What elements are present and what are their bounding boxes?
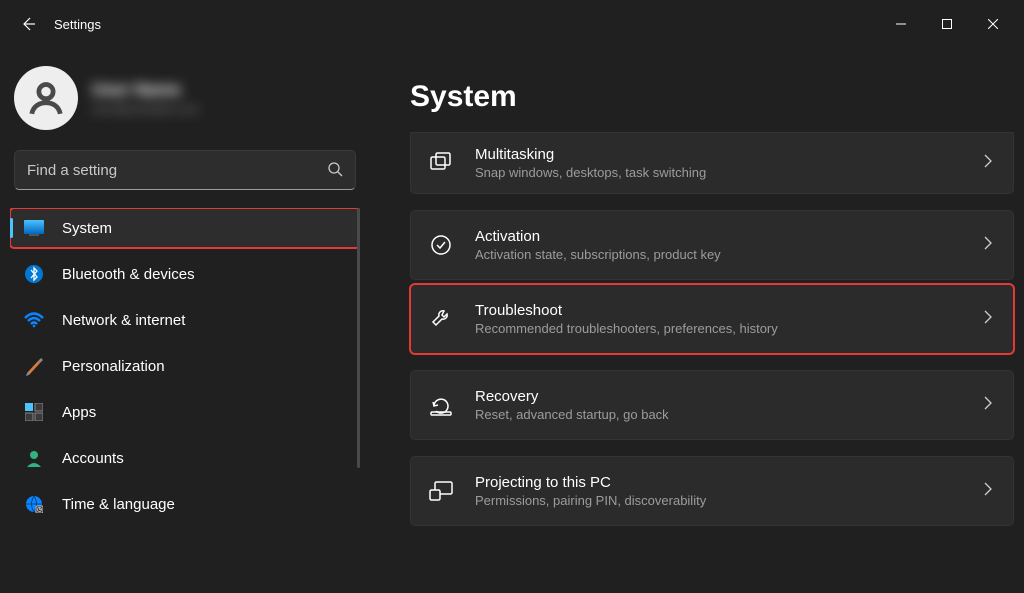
- sidebar-item-label: Network & internet: [62, 312, 185, 329]
- user-row[interactable]: User Name user@example.com: [14, 66, 356, 130]
- sidebar-item-apps[interactable]: Apps: [10, 392, 360, 432]
- setting-item-recovery[interactable]: Recovery Reset, advanced startup, go back: [410, 370, 1014, 440]
- setting-title: Troubleshoot: [475, 302, 778, 319]
- sidebar-item-label: Apps: [62, 404, 96, 421]
- person-icon: [24, 448, 44, 468]
- setting-desc: Recommended troubleshooters, preferences…: [475, 321, 778, 336]
- setting-title: Recovery: [475, 388, 669, 405]
- chevron-right-icon: [983, 396, 993, 415]
- chevron-right-icon: [983, 236, 993, 255]
- chevron-right-icon: [983, 154, 993, 173]
- setting-title: Projecting to this PC: [475, 474, 706, 491]
- wrench-icon: [427, 305, 455, 333]
- sidebar-scrollbar[interactable]: [357, 208, 360, 468]
- apps-icon: [24, 402, 44, 422]
- search-input[interactable]: [27, 162, 327, 179]
- avatar: [14, 66, 78, 130]
- setting-title: Activation: [475, 228, 721, 245]
- sidebar-item-bluetooth-devices[interactable]: Bluetooth & devices: [10, 254, 360, 294]
- wifi-icon: [24, 310, 44, 330]
- page-title: System: [410, 80, 1014, 114]
- setting-desc: Snap windows, desktops, task switching: [475, 165, 706, 180]
- close-button[interactable]: [970, 8, 1016, 40]
- recovery-icon: [427, 391, 455, 419]
- setting-item-troubleshoot[interactable]: Troubleshoot Recommended troubleshooters,…: [410, 284, 1014, 354]
- globe-icon: [24, 494, 44, 514]
- multitask-icon: [427, 149, 455, 177]
- bluetooth-icon: [24, 264, 44, 284]
- brush-icon: [24, 356, 44, 376]
- chevron-right-icon: [983, 482, 993, 501]
- minimize-button[interactable]: [878, 8, 924, 40]
- sidebar-item-label: Time & language: [62, 496, 175, 513]
- sidebar: User Name user@example.com System Bluetoo…: [0, 48, 370, 593]
- setting-item-multitasking[interactable]: Multitasking Snap windows, desktops, task…: [410, 132, 1014, 194]
- setting-desc: Activation state, subscriptions, product…: [475, 247, 721, 262]
- setting-desc: Reset, advanced startup, go back: [475, 407, 669, 422]
- sidebar-item-label: System: [62, 220, 112, 237]
- user-info: User Name user@example.com: [92, 80, 199, 116]
- setting-desc: Permissions, pairing PIN, discoverabilit…: [475, 493, 706, 508]
- window-title: Settings: [54, 17, 101, 32]
- sidebar-item-system[interactable]: System: [10, 208, 360, 248]
- setting-item-activation[interactable]: Activation Activation state, subscription…: [410, 210, 1014, 280]
- user-name: User Name: [92, 80, 199, 100]
- search-icon: [327, 161, 343, 180]
- user-email: user@example.com: [92, 102, 199, 116]
- search-box[interactable]: [14, 150, 356, 190]
- sidebar-item-label: Bluetooth & devices: [62, 266, 195, 283]
- sidebar-item-time-language[interactable]: Time & language: [10, 484, 360, 524]
- setting-item-projecting-to-this-pc[interactable]: Projecting to this PC Permissions, pairin…: [410, 456, 1014, 526]
- sidebar-item-label: Personalization: [62, 358, 165, 375]
- setting-title: Multitasking: [475, 146, 706, 163]
- project-icon: [427, 477, 455, 505]
- nav-list: System Bluetooth & devices Network & inter…: [10, 208, 360, 530]
- window-controls: [878, 8, 1016, 40]
- sidebar-item-label: Accounts: [62, 450, 124, 467]
- main-panel: System Multitasking Snap windows, desktop…: [370, 48, 1024, 593]
- chevron-right-icon: [983, 310, 993, 329]
- sidebar-item-personalization[interactable]: Personalization: [10, 346, 360, 386]
- back-button[interactable]: [8, 4, 48, 44]
- system-icon: [24, 218, 44, 238]
- titlebar: Settings: [0, 0, 1024, 48]
- sidebar-item-network-internet[interactable]: Network & internet: [10, 300, 360, 340]
- maximize-button[interactable]: [924, 8, 970, 40]
- settings-list: Multitasking Snap windows, desktops, task…: [410, 132, 1014, 526]
- check-icon: [427, 231, 455, 259]
- sidebar-item-accounts[interactable]: Accounts: [10, 438, 360, 478]
